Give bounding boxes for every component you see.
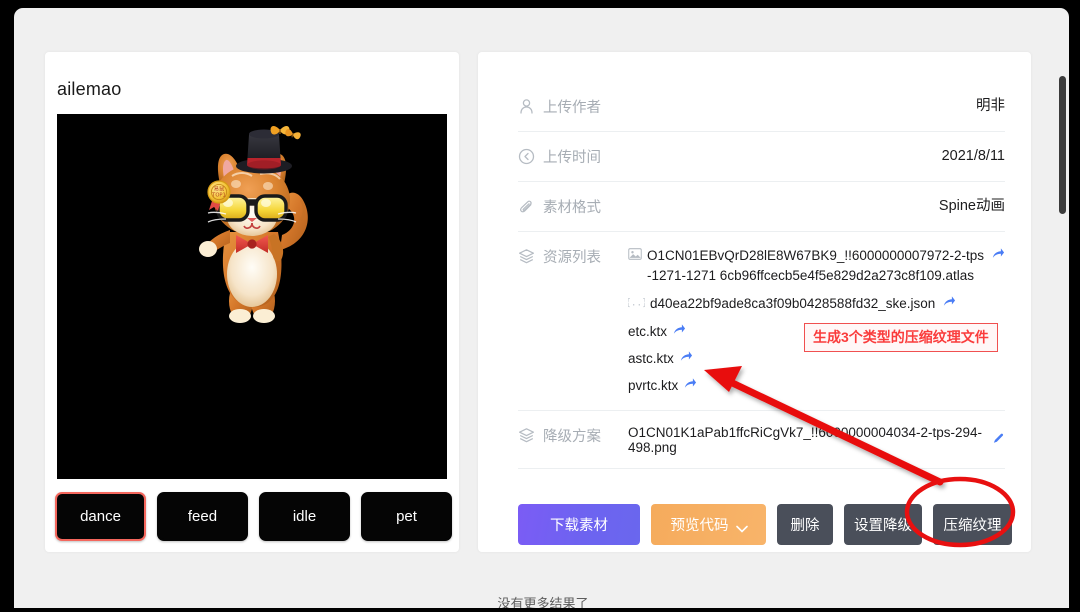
layers-icon — [518, 248, 535, 265]
animation-button-pet[interactable]: pet — [361, 492, 452, 541]
detail-row-upload-time: 上传时间 2021/8/11 — [518, 132, 1005, 182]
detail-row-degrade-plan: 降级方案 O1CN01K1aPab1ffcRiCgVk7_!!600000000… — [518, 411, 1005, 469]
share-icon-atlas[interactable] — [991, 246, 1005, 266]
asset-detail-card: 上传作者 明非 上传时间 2021/8/11 素材格式 Spine动画 资源列表… — [478, 52, 1031, 552]
download-asset-button[interactable]: 下载素材 — [518, 504, 640, 545]
footer-strip: 没有更多结果了 — [28, 592, 1058, 608]
file-name-pvrtc-ktx: pvrtc.ktx — [628, 378, 679, 394]
animation-button-feed[interactable]: feed — [157, 492, 248, 541]
detail-label-uploader: 上传作者 — [518, 96, 628, 117]
svg-text:{..}: {..} — [628, 297, 645, 308]
json-file-icon: {..} — [625, 295, 647, 315]
detail-label-text-resource-list: 资源列表 — [543, 250, 601, 266]
detail-value-degrade-plan-wrap: O1CN01K1aPab1ffcRiCgVk7_!!6000000004034-… — [628, 425, 1005, 455]
detail-value-uploader: 明非 — [976, 98, 1005, 114]
animation-button-dance[interactable]: dance — [55, 492, 146, 541]
layers-icon — [518, 427, 535, 444]
clock-back-icon — [518, 148, 535, 165]
detail-label-resource-list: 资源列表 — [518, 246, 628, 267]
degrade-file-name: O1CN01K1aPab1ffcRiCgVk7_!!6000000004034-… — [628, 424, 982, 455]
annotation-callout: 生成3个类型的压缩纹理文件 — [804, 323, 998, 352]
detail-row-format: 素材格式 Spine动画 — [518, 182, 1005, 232]
share-icon-etc-ktx[interactable] — [672, 322, 686, 342]
action-button-row: 下载素材 预览代码 删除 设置降级 压缩纹理 — [518, 504, 1012, 545]
footer-no-more-results: 没有更多结果了 — [497, 596, 589, 608]
compress-texture-button[interactable]: 压缩纹理 — [933, 504, 1012, 545]
detail-label-format: 素材格式 — [518, 196, 628, 217]
share-icon-astc-ktx[interactable] — [679, 349, 693, 369]
detail-label-text-upload-time: 上传时间 — [543, 150, 601, 166]
app-shell: ailemao 易鼠 TOP1 dance feed idle pet 上传作者… — [14, 8, 1069, 608]
svg-text:TOP1: TOP1 — [211, 193, 226, 199]
preview-code-button[interactable]: 预览代码 — [651, 504, 766, 545]
svg-text:易鼠: 易鼠 — [214, 185, 224, 193]
user-icon — [518, 98, 535, 115]
edit-pencil-icon[interactable] — [992, 432, 1005, 448]
detail-row-uploader: 上传作者 明非 — [518, 82, 1005, 132]
list-item-pvrtc-ktx[interactable]: pvrtc.ktx — [628, 376, 1005, 396]
file-name-atlas: O1CN01EBvQrD28lE8W67BK9_!!6000000007972-… — [647, 248, 984, 284]
preview-code-label: 预览代码 — [670, 518, 729, 534]
share-icon-pvrtc-ktx[interactable] — [683, 376, 697, 396]
screen-root: ailemao 易鼠 TOP1 dance feed idle pet 上传作者… — [0, 0, 1080, 612]
animation-button-row: dance feed idle pet — [55, 492, 452, 541]
list-item-astc-ktx[interactable]: astc.ktx — [628, 349, 1005, 369]
detail-label-text-format: 素材格式 — [543, 200, 601, 216]
top-hat — [236, 129, 292, 174]
image-file-icon — [628, 247, 642, 267]
detail-label-upload-time: 上传时间 — [518, 146, 628, 167]
detail-rows: 上传作者 明非 上传时间 2021/8/11 素材格式 Spine动画 资源列表… — [518, 82, 1005, 469]
file-name-json: d40ea22bf9ade8ca3f09b0428588fd32_ske.jso… — [650, 295, 936, 311]
animation-button-idle[interactable]: idle — [259, 492, 350, 541]
cat-svg: 易鼠 TOP1 — [199, 125, 308, 323]
share-icon-json[interactable] — [942, 294, 956, 314]
detail-label-text-degrade-plan: 降级方案 — [543, 428, 601, 445]
detail-label-text-uploader: 上传作者 — [543, 100, 601, 116]
list-item-atlas-file[interactable]: O1CN01EBvQrD28lE8W67BK9_!!6000000007972-… — [628, 246, 1005, 287]
file-name-astc-ktx: astc.ktx — [628, 351, 674, 366]
paperclip-icon — [518, 198, 535, 215]
detail-value-upload-time: 2021/8/11 — [941, 148, 1005, 164]
detail-value-format: Spine动画 — [938, 198, 1005, 214]
chevron-down-icon — [735, 521, 748, 533]
detail-row-resource-list: 资源列表 O1CN01EBvQrD28lE8W67BK9_!!600000000… — [518, 232, 1005, 411]
list-item-json-file[interactable]: {..} d40ea22bf9ade8ca3f09b0428588fd32_sk… — [625, 294, 1005, 315]
resource-file-list: O1CN01EBvQrD28lE8W67BK9_!!6000000007972-… — [625, 246, 1005, 397]
animation-preview-stage[interactable]: 易鼠 TOP1 — [57, 114, 447, 479]
page-title: ailemao — [57, 79, 122, 99]
cat-character-illustration: 易鼠 TOP1 — [152, 122, 352, 352]
file-name-etc-ktx: etc.ktx — [628, 323, 668, 339]
vertical-scrollbar-thumb[interactable] — [1059, 76, 1066, 214]
delete-button[interactable]: 删除 — [777, 504, 833, 545]
asset-preview-card: ailemao 易鼠 TOP1 dance feed idle pet — [45, 52, 459, 552]
detail-label-degrade-plan: 降级方案 — [518, 425, 628, 446]
set-degrade-button[interactable]: 设置降级 — [844, 504, 922, 545]
